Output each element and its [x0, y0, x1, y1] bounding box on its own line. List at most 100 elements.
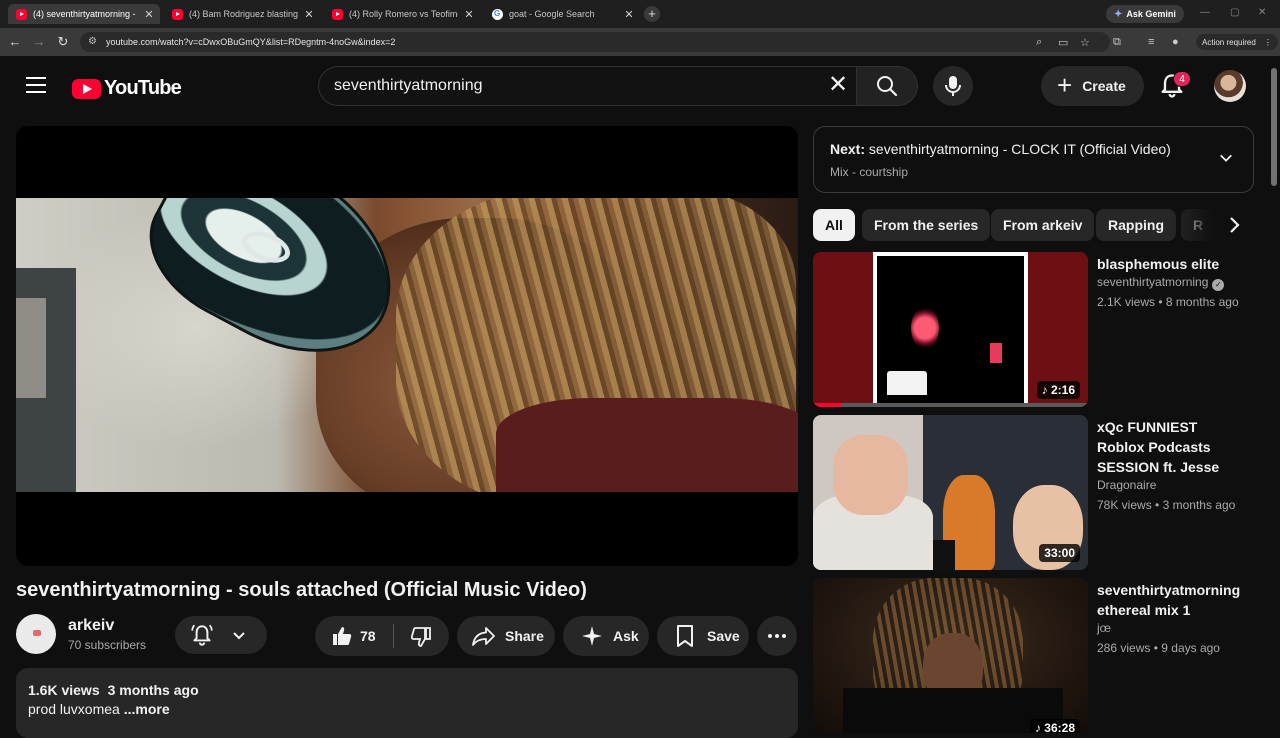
description-box[interactable]: 1.6K views 3 months ago prod luvxomea ...…: [16, 668, 798, 738]
gemini-sparkle-icon: ✦: [1114, 8, 1123, 20]
extensions-icon[interactable]: ⧉: [1113, 36, 1121, 49]
new-tab-button[interactable]: +: [644, 6, 660, 22]
recommendation-title[interactable]: seventhirtyatmorning ethereal mix 1: [1097, 580, 1247, 620]
rec-views: 286 views: [1097, 641, 1151, 655]
channel-label: seventhirtyatmorning: [1097, 275, 1209, 289]
ask-button[interactable]: Ask: [563, 616, 649, 656]
account-avatar[interactable]: [1214, 70, 1246, 102]
address-bar[interactable]: ⚙ youtube.com/watch?v=cDwxOBuGmQY&list=R…: [80, 32, 1110, 52]
thumb-shape: [833, 435, 908, 515]
recommendation-channel[interactable]: Dragonaire: [1097, 478, 1156, 492]
chevron-right-icon[interactable]: [1224, 213, 1246, 237]
subscriber-count: 70 subscribers: [68, 638, 147, 652]
search-input[interactable]: seventhirtyatmorning: [318, 66, 858, 106]
watch-progress-bar: [813, 403, 1088, 407]
rec-views: 2.1K views: [1097, 295, 1156, 309]
chevron-down-icon: [233, 632, 245, 640]
save-button[interactable]: Save: [657, 616, 749, 656]
duration-text: 2:16: [1050, 383, 1075, 397]
chip-from-arkeiv[interactable]: From arkeiv: [991, 209, 1095, 241]
video-thumbnail[interactable]: ♪ 2:16: [813, 252, 1088, 407]
up-next-panel[interactable]: Next: seventhirtyatmorning - CLOCK IT (O…: [813, 126, 1254, 193]
recommendation-item[interactable]: ♪ 36:28 seventhirtyatmorning ethereal mi…: [813, 578, 1253, 733]
chevron-down-icon[interactable]: [1219, 151, 1233, 165]
chip-all[interactable]: All: [813, 209, 855, 241]
browser-tab-4[interactable]: G goat - Google Search ✕: [484, 4, 640, 24]
recommendation-title[interactable]: blasphemous elite: [1097, 254, 1247, 274]
recommendation-channel[interactable]: seventhirtyatmorning ✓: [1097, 275, 1225, 291]
microphone-icon: [945, 76, 961, 96]
close-tab-icon[interactable]: ✕: [144, 8, 154, 21]
channel-name[interactable]: arkeiv: [68, 617, 114, 635]
video-thumbnail[interactable]: ♪ 36:28: [813, 578, 1088, 733]
dislike-thumb-icon[interactable]: [409, 625, 433, 649]
share-button[interactable]: Share: [457, 616, 555, 656]
art-mark: [990, 343, 1002, 363]
show-more-link[interactable]: ...more: [124, 701, 170, 717]
next-label: Next:: [830, 141, 866, 157]
recommendation-item[interactable]: 33:00 xQc FUNNIEST Roblox Podcasts SESSI…: [813, 415, 1253, 570]
ask-gemini-button[interactable]: ✦ Ask Gemini: [1106, 5, 1184, 23]
subscribed-notifications-button[interactable]: [175, 616, 267, 654]
zoom-icon[interactable]: ⌕: [1036, 36, 1042, 49]
more-actions-button[interactable]: [757, 616, 797, 656]
chip-from-the-series[interactable]: From the series: [862, 209, 991, 241]
action-required-button[interactable]: Action required ⋮: [1196, 34, 1278, 50]
browser-tab-1[interactable]: (4) seventhirtyatmorning - ✕: [8, 4, 160, 24]
browser-tab-2[interactable]: (4) Bam Rodriguez blasting the ✕: [164, 4, 320, 24]
art-book-shape: [887, 371, 927, 395]
like-thumb-icon[interactable]: [330, 624, 354, 648]
maximize-window-icon[interactable]: ▢: [1230, 7, 1239, 18]
channel-avatar[interactable]: [16, 614, 56, 654]
action-required-label: Action required: [1202, 37, 1256, 47]
bookmark-star-icon[interactable]: ☆: [1080, 36, 1090, 49]
search-button[interactable]: [856, 66, 918, 106]
close-window-icon[interactable]: ✕: [1258, 7, 1266, 18]
rec-age: 9 days ago: [1161, 641, 1220, 655]
tab-title: (4) Bam Rodriguez blasting the: [189, 9, 298, 19]
description-snippet: prod luvxomea: [28, 701, 120, 717]
like-count: 78: [360, 628, 376, 644]
view-info: 1.6K views 3 months ago: [28, 682, 786, 698]
browser-toolbar: ← → ↻ ⚙ youtube.com/watch?v=cDwxOBuGmQY&…: [0, 28, 1280, 56]
minimize-window-icon[interactable]: —: [1200, 7, 1210, 18]
separator-dot: •: [1158, 295, 1163, 309]
duration-text: 36:28: [1044, 721, 1075, 733]
sparkle-icon: [582, 626, 602, 646]
album-art: [873, 252, 1028, 407]
cast-icon[interactable]: ▭: [1058, 36, 1068, 49]
share-arrow-icon: [472, 627, 495, 646]
rec-age: 3 months ago: [1162, 498, 1236, 512]
upload-date: 3 months ago: [107, 682, 199, 698]
browser-tab-3[interactable]: (4) Rolly Romero vs Teofimo Lo ✕: [324, 4, 480, 24]
video-player[interactable]: [16, 126, 798, 566]
close-tab-icon[interactable]: ✕: [464, 8, 474, 21]
recommendation-stats: 286 views • 9 days ago: [1097, 641, 1220, 655]
chip-rapping[interactable]: Rapping: [1096, 209, 1176, 241]
clear-search-icon[interactable]: ✕: [824, 72, 852, 100]
frame-wall-panel: [16, 298, 46, 398]
youtube-logo[interactable]: YouTube: [72, 77, 182, 100]
guide-menu-icon[interactable]: [26, 77, 46, 93]
create-button[interactable]: + Create: [1041, 66, 1144, 106]
back-arrow-icon[interactable]: ←: [7, 34, 23, 49]
media-controls-icon[interactable]: ≡: [1148, 36, 1154, 48]
recommendation-channel[interactable]: jœ: [1097, 621, 1111, 635]
music-note-icon: ♪: [1041, 383, 1048, 397]
video-thumbnail[interactable]: 33:00: [813, 415, 1088, 570]
forward-arrow-icon[interactable]: →: [31, 34, 47, 49]
reload-icon[interactable]: ↻: [55, 34, 71, 50]
page-scrollbar[interactable]: [1271, 68, 1277, 186]
recommendation-item[interactable]: ♪ 2:16 blasphemous elite seventhirtyatmo…: [813, 252, 1253, 407]
site-info-icon[interactable]: ⚙: [88, 36, 97, 47]
recommendation-title[interactable]: xQc FUNNIEST Roblox Podcasts SESSION ft.…: [1097, 417, 1247, 477]
video-frame: [16, 198, 798, 492]
close-tab-icon[interactable]: ✕: [304, 8, 314, 21]
more-horizontal-icon: [768, 634, 786, 638]
duration-text: 33:00: [1044, 546, 1075, 560]
kebab-menu-icon[interactable]: ⋮: [1264, 38, 1272, 47]
close-tab-icon[interactable]: ✕: [624, 8, 634, 21]
profile-icon[interactable]: ●: [1172, 36, 1179, 48]
voice-search-button[interactable]: [933, 66, 973, 106]
youtube-favicon-icon: [332, 8, 343, 20]
